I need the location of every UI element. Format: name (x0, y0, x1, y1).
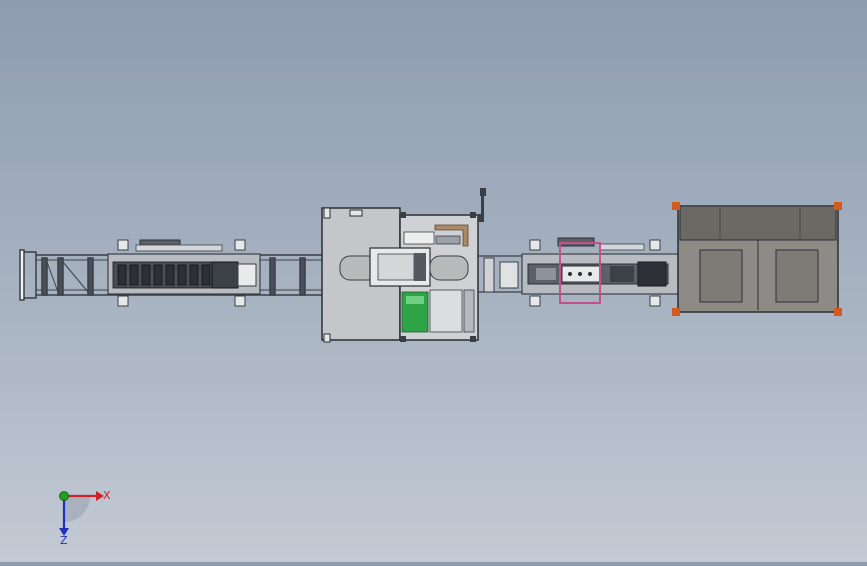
right-cabinet[interactable] (672, 202, 842, 316)
central-station[interactable] (321, 188, 486, 343)
corner-marker (834, 202, 842, 210)
y-axis-dot (59, 491, 69, 501)
right-carriage[interactable] (521, 237, 679, 307)
assembly-drawing: X Z (19, 188, 842, 547)
drag-chain (112, 261, 214, 289)
motor-block (211, 261, 239, 289)
corner-marker (672, 308, 680, 316)
x-axis-label: X (103, 489, 111, 502)
left-carriage[interactable] (107, 239, 261, 307)
cabinet-door-right (775, 249, 819, 303)
corner-marker (834, 308, 842, 316)
corner-marker (672, 202, 680, 210)
coordinate-triad[interactable]: X Z (59, 489, 111, 547)
cad-viewport[interactable]: X Z (0, 0, 867, 562)
cabinet-door-left (699, 249, 743, 303)
z-axis-label: Z (60, 534, 68, 547)
